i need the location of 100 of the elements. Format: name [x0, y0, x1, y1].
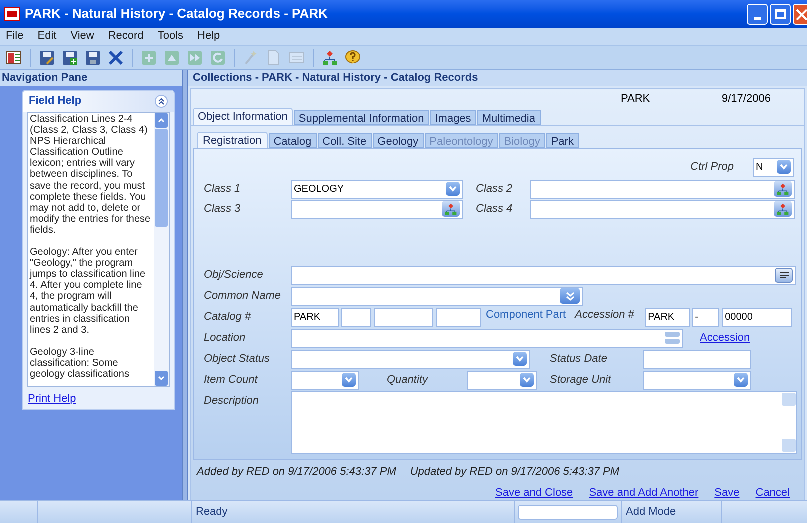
dropdown-button[interactable]: [342, 373, 356, 387]
scrollbar[interactable]: [154, 113, 169, 386]
double-chevron-up-icon: [158, 98, 165, 105]
menu-item[interactable]: Tools: [158, 28, 184, 45]
minimize-icon: [754, 16, 761, 20]
collapse-button[interactable]: [155, 95, 168, 108]
tab[interactable]: Park: [546, 133, 579, 148]
refresh-icon: [210, 50, 226, 66]
dropdown-field[interactable]: [643, 370, 751, 390]
tab[interactable]: Supplemental Information: [294, 110, 430, 125]
print-help-link[interactable]: Print Help: [28, 391, 174, 408]
text-area[interactable]: [291, 391, 797, 454]
tab[interactable]: Registration: [197, 132, 268, 148]
hierarchy-button[interactable]: [774, 201, 792, 217]
field-label: Status Date: [550, 352, 608, 367]
input-field[interactable]: [341, 308, 371, 326]
content-title: Collections - PARK - Natural History - Catalog Records: [188, 70, 807, 86]
input-field[interactable]: [436, 308, 481, 326]
tab[interactable]: Object Information: [193, 108, 293, 125]
double-chevron-down-icon: [566, 292, 574, 300]
field-label: Quantity: [387, 372, 430, 388]
chevron-down-icon: [449, 186, 457, 192]
maximize-button[interactable]: [770, 4, 791, 24]
field-label: Object Status: [204, 352, 272, 367]
tab[interactable]: Geology: [372, 133, 424, 148]
input-field[interactable]: PARK: [645, 308, 690, 326]
input-field[interactable]: PARK: [291, 308, 339, 326]
page-icon: [266, 50, 282, 66]
input-field[interactable]: 00000: [722, 308, 792, 326]
spin-button[interactable]: [665, 331, 680, 345]
input-field[interactable]: [291, 328, 683, 348]
field-label: Storage Unit: [550, 372, 612, 388]
scrollbar[interactable]: [782, 392, 796, 453]
input-field[interactable]: [530, 200, 795, 218]
minimize-button[interactable]: [747, 4, 768, 24]
input-field[interactable]: [291, 200, 463, 218]
chevron-down-icon: [516, 356, 524, 362]
field-label: Accession #: [575, 308, 636, 323]
menu-item[interactable]: Record: [108, 28, 144, 45]
hierarchy-icon: [444, 202, 458, 216]
field-label: Location: [204, 330, 247, 346]
input-field[interactable]: [530, 180, 795, 198]
hierarchy-button[interactable]: [442, 201, 460, 217]
tab[interactable]: Catalog: [268, 133, 317, 148]
dropdown-field[interactable]: GEOLOGY: [291, 180, 463, 198]
dropdown-button[interactable]: [777, 160, 791, 174]
dropdown-button[interactable]: [513, 352, 527, 366]
status-message: Ready: [196, 504, 228, 520]
dropdown-button[interactable]: [520, 373, 534, 387]
tab[interactable]: Coll. Site: [318, 133, 372, 148]
expand-button[interactable]: [560, 288, 580, 304]
tab[interactable]: Multimedia: [477, 110, 540, 125]
action-link[interactable]: Save: [714, 484, 740, 501]
audit-text: Added by RED on 9/17/2006 5:43:37 PM: [197, 465, 396, 480]
form-icon: [289, 50, 305, 66]
delete-icon: [108, 50, 124, 66]
input-field[interactable]: [643, 350, 751, 368]
accession-link[interactable]: Accession: [700, 330, 750, 346]
field-label: Class 3: [204, 202, 242, 217]
audit-text: Updated by RED on 9/17/2006 5:43:37 PM: [410, 465, 620, 480]
menu-item[interactable]: View: [70, 28, 94, 45]
close-icon: [794, 8, 806, 20]
chevron-down-icon: [523, 377, 531, 383]
field-label: Class 1: [204, 182, 242, 197]
list-button[interactable]: [775, 268, 793, 282]
menu-item[interactable]: File: [6, 28, 24, 45]
date-label: 9/17/2006: [722, 92, 771, 106]
menu-item[interactable]: Edit: [38, 28, 57, 45]
help-button[interactable]: [343, 48, 363, 68]
field-label: Class 2: [476, 182, 514, 197]
action-link[interactable]: Save and Close: [496, 484, 574, 501]
dropdown-field[interactable]: [291, 286, 583, 306]
add-icon: [141, 50, 157, 66]
list-icon: [780, 272, 788, 278]
window-title: PARK - Natural History - Catalog Records - PARK: [25, 5, 328, 24]
field-label: Ctrl Prop: [690, 160, 734, 175]
close-button[interactable]: [793, 4, 807, 24]
menu-item[interactable]: Help: [198, 28, 220, 45]
hierarchy-button[interactable]: [774, 181, 792, 197]
dropdown-field[interactable]: [291, 370, 359, 390]
app-logo-icon: [4, 7, 20, 21]
action-link[interactable]: Save and Add Another: [589, 484, 699, 501]
input-field[interactable]: [291, 266, 796, 284]
tab[interactable]: Images: [430, 110, 476, 125]
dropdown-button[interactable]: [446, 182, 460, 196]
fast-forward-icon: [187, 50, 203, 66]
save-new-icon: [62, 50, 78, 66]
hierarchy-icon: [322, 50, 338, 66]
input-field[interactable]: [374, 308, 433, 326]
wand-icon: [243, 50, 259, 66]
component-part-link[interactable]: Component Part: [486, 306, 566, 324]
save-icon: [39, 50, 55, 66]
dropdown-field[interactable]: [291, 350, 530, 368]
arrow-down-icon: [158, 376, 165, 381]
input-field[interactable]: -: [692, 308, 720, 326]
dropdown-field[interactable]: [467, 370, 537, 390]
save-icon: [85, 50, 101, 66]
dropdown-field[interactable]: N: [753, 158, 794, 176]
dropdown-button[interactable]: [734, 373, 748, 387]
action-link[interactable]: Cancel: [756, 484, 790, 501]
